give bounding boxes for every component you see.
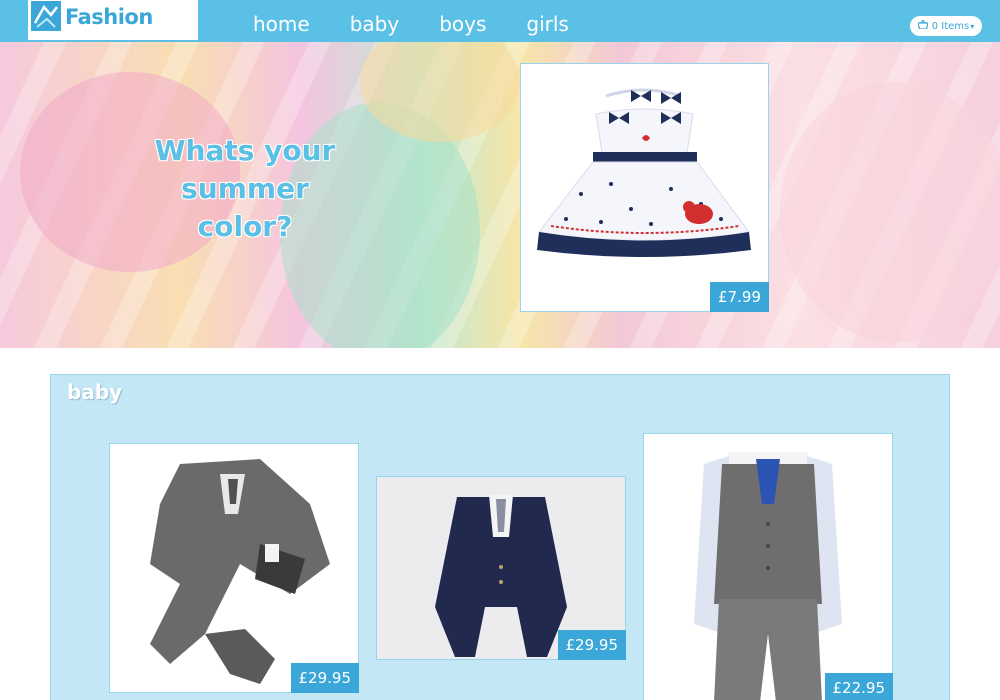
featured-product-card[interactable]: £7.99: [520, 63, 769, 312]
cart-button[interactable]: 0 Items ▾: [910, 16, 982, 36]
hero-bg-shape: [780, 82, 1000, 342]
cart-label: 0 Items: [931, 20, 970, 32]
nav-baby[interactable]: baby: [350, 11, 399, 37]
top-navbar: Fashion home baby boys girls 0 Items ▾: [0, 0, 1000, 42]
baby-section: baby £29.95 £29.95 £22.95: [50, 374, 950, 700]
product-image: [694, 452, 842, 700]
logo-link[interactable]: Fashion: [28, 0, 198, 40]
main-nav: home baby boys girls: [253, 11, 609, 37]
chevron-down-icon: ▾: [970, 21, 975, 31]
logo-icon: [31, 1, 61, 31]
price-badge: £29.95: [557, 630, 626, 660]
nav-girls[interactable]: girls: [526, 11, 568, 37]
section-title: baby: [67, 380, 123, 404]
price-badge: £29.95: [290, 663, 359, 693]
product-card[interactable]: £29.95: [376, 476, 626, 660]
basket-icon: [916, 18, 929, 32]
dress-image: [537, 88, 751, 257]
nav-boys[interactable]: boys: [439, 11, 486, 37]
hero-tagline: Whats your summer color?: [154, 134, 336, 243]
product-image: [150, 459, 330, 684]
nav-home[interactable]: home: [253, 11, 310, 37]
logo-text: Fashion: [65, 5, 153, 29]
hero-banner: Whats your summer color? £7.99: [0, 42, 1000, 348]
product-card[interactable]: £29.95: [109, 443, 359, 693]
product-card[interactable]: £22.95: [643, 433, 893, 700]
price-badge: £7.99: [710, 282, 769, 312]
price-badge: £22.95: [824, 673, 893, 700]
